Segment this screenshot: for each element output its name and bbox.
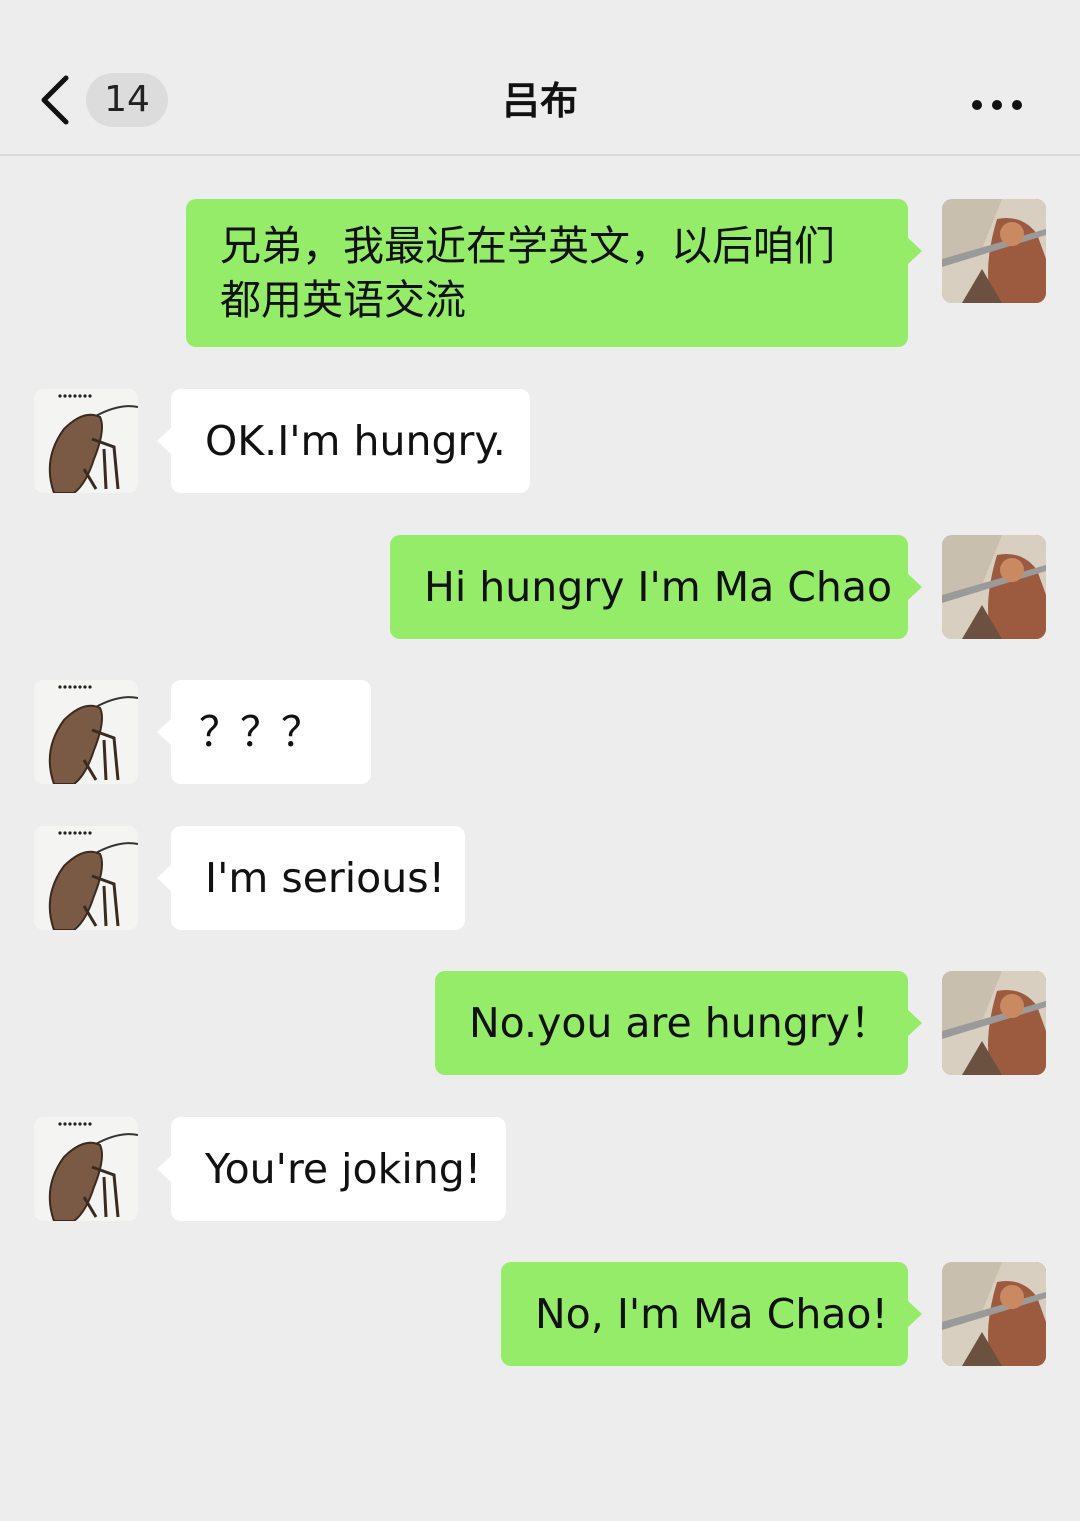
message-bubble-received: ？？？	[157, 680, 371, 784]
message-bubble-sent: No, I'm Ma Chao!	[501, 1262, 922, 1366]
message-bubble-sent: Hi hungry I'm Ma Chao	[390, 535, 922, 639]
my-avatar[interactable]	[942, 535, 1046, 639]
contact-avatar[interactable]	[34, 1117, 138, 1221]
warrior-avatar-icon	[942, 199, 1046, 303]
message-text: OK.I'm hungry.	[205, 417, 506, 465]
my-avatar[interactable]	[942, 1262, 1046, 1366]
message-text: You're joking!	[205, 1145, 482, 1193]
message-bubble-received: I'm serious!	[157, 826, 465, 930]
message-bubble-received: You're joking!	[157, 1117, 506, 1221]
message-list: 兄弟，我最近在学英文，以后咱们都用英语交流 OK.I'm hungry. Hi …	[0, 0, 1080, 1521]
message-bubble-sent: No.you are hungry！	[435, 971, 922, 1075]
my-avatar[interactable]	[942, 199, 1046, 303]
cockroach-avatar-icon	[34, 1117, 138, 1221]
contact-avatar[interactable]	[34, 389, 138, 493]
message-text: No, I'm Ma Chao!	[535, 1290, 888, 1338]
message-text: ？？？	[199, 708, 322, 756]
message-text: I'm serious!	[205, 854, 446, 902]
message-text: No.you are hungry！	[469, 999, 891, 1047]
message-bubble-received: OK.I'm hungry.	[157, 389, 530, 493]
contact-avatar[interactable]	[34, 680, 138, 784]
warrior-avatar-icon	[942, 535, 1046, 639]
message-text: 兄弟，我最近在学英文，以后咱们都用英语交流	[220, 222, 835, 324]
cockroach-avatar-icon	[34, 826, 138, 930]
message-text: Hi hungry I'm Ma Chao	[424, 563, 893, 611]
warrior-avatar-icon	[942, 971, 1046, 1075]
cockroach-avatar-icon	[34, 680, 138, 784]
warrior-avatar-icon	[942, 1262, 1046, 1366]
my-avatar[interactable]	[942, 971, 1046, 1075]
cockroach-avatar-icon	[34, 389, 138, 493]
contact-avatar[interactable]	[34, 826, 138, 930]
message-bubble-sent: 兄弟，我最近在学英文，以后咱们都用英语交流	[186, 199, 922, 347]
